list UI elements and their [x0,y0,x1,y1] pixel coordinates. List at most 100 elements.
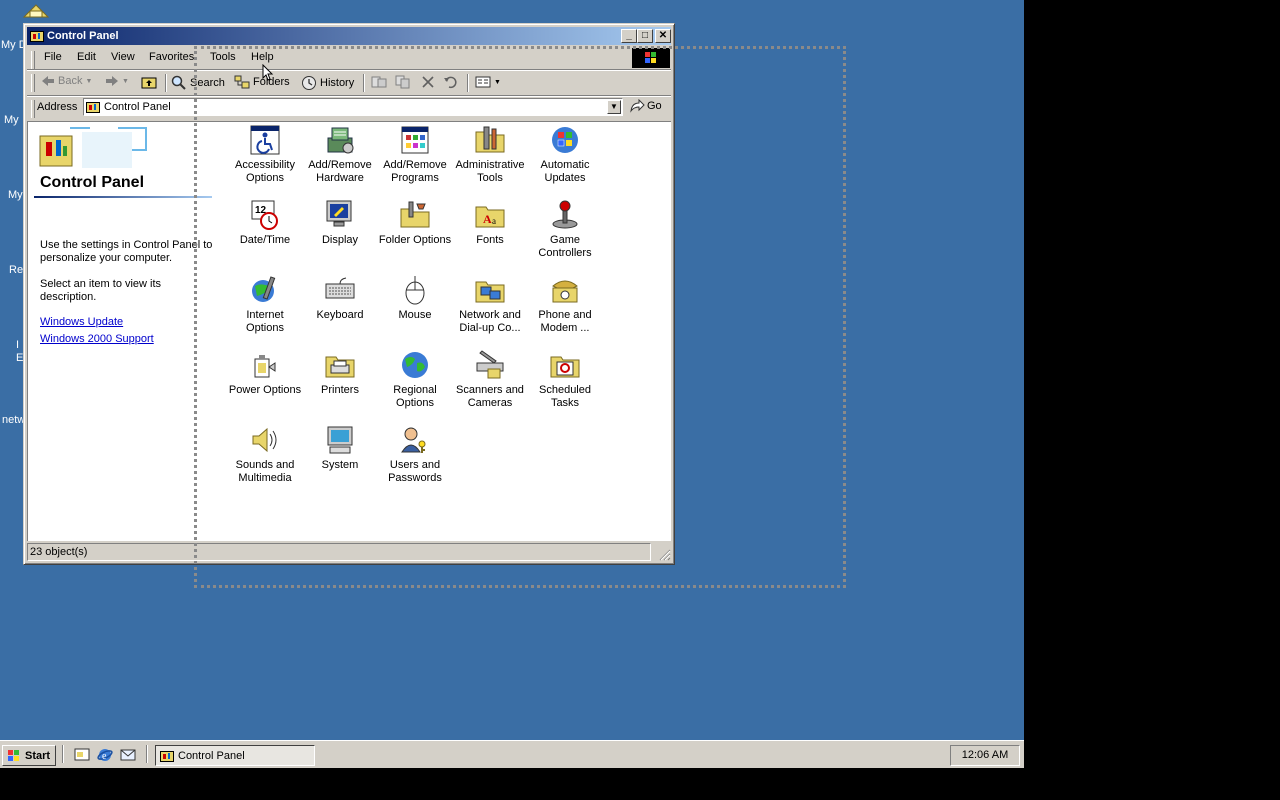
undo-button[interactable] [443,75,459,89]
menu-edit[interactable]: Edit [77,51,96,63]
resize-grip-icon[interactable] [657,547,671,561]
outlook-express-icon[interactable] [120,747,136,763]
desktop-icon-label[interactable]: I [16,339,19,351]
control-panel-item[interactable]: Mouse [377,274,453,322]
desktop-icon-label[interactable]: Re [9,264,23,276]
history-button[interactable]: History [301,75,354,91]
menu-help[interactable]: Help [251,51,274,63]
control-panel-item[interactable]: Sounds and Multimedia [227,424,303,485]
control-panel-item[interactable]: Accessibility Options [227,124,303,185]
control-panel-item-label: System [321,459,359,471]
forward-button[interactable]: ▼ [105,75,129,87]
taskbar-control-panel-button[interactable]: Control Panel [155,745,315,766]
back-dropdown-icon[interactable]: ▼ [85,78,92,85]
toolbar-separator [467,74,469,92]
address-field[interactable]: Control Panel ▼ [83,98,623,116]
control-panel-item[interactable]: Internet Options [227,274,303,335]
desktop-folder-icon[interactable] [22,2,50,18]
control-panel-icon [30,31,44,42]
control-panel-item-label: Add/Remove Hardware [308,159,372,184]
title-bar[interactable]: Control Panel _ □ ✕ [27,27,671,45]
address-label: Address [37,101,78,113]
control-panel-item[interactable]: Scheduled Tasks [527,349,603,410]
control-panel-item[interactable]: Administrative Tools [452,124,528,185]
control-panel-item[interactable]: Network and Dial-up Co... [452,274,528,335]
joystick-icon [552,200,578,229]
control-panel-item[interactable]: Automatic Updates [527,124,603,185]
control-panel-item[interactable]: Scanners and Cameras [452,349,528,410]
display-icon [326,200,352,227]
menu-file[interactable]: File [44,51,62,63]
control-panel-item[interactable]: Power Options [227,349,303,397]
views-dropdown-icon[interactable]: ▼ [494,79,501,86]
control-panel-item-label: Scheduled Tasks [539,384,591,409]
mouse-cursor-icon [262,64,274,81]
windows-2000-support-link[interactable]: Windows 2000 Support [40,333,154,345]
back-label: Back [58,75,83,87]
delete-button[interactable] [421,75,435,89]
desktop-icon-label[interactable]: netw [2,414,25,426]
control-panel-item[interactable]: Game Controllers [527,199,603,260]
menu-tools[interactable]: Tools [210,51,236,63]
control-panel-item[interactable]: Add/Remove Programs [377,124,453,185]
menu-favorites[interactable]: Favorites [149,51,194,63]
control-panel-item[interactable]: Add/Remove Hardware [302,124,378,185]
object-count: 23 object(s) [30,546,88,558]
forward-dropdown-icon[interactable]: ▼ [122,78,129,85]
control-panel-item[interactable]: Display [302,199,378,247]
up-folder-icon [141,77,157,89]
forward-arrow-icon [106,76,118,86]
views-button[interactable]: ▼ [475,75,501,89]
copy-to-button[interactable] [395,75,411,89]
control-panel-item-label: Add/Remove Programs [383,159,447,184]
control-panel-item-label: Regional Options [393,384,437,409]
control-panel-item[interactable]: Phone and Modem ... [527,274,603,335]
menubar-grip[interactable] [31,51,35,69]
programs-icon [401,126,429,154]
start-button[interactable]: Start [2,745,56,766]
standard-toolbar: Back ▼ ▼ Search Folders History ▼ [29,71,669,95]
desktop-icon-label[interactable]: My [8,189,23,201]
windows-update-link[interactable]: Windows Update [40,316,123,328]
admin-tools-icon [475,126,505,153]
control-panel-item-label: Game Controllers [538,234,592,259]
phone-icon [552,280,578,303]
search-icon [171,75,186,90]
control-panel-item-label: Network and Dial-up Co... [459,309,521,334]
accessibility-icon [250,125,280,155]
address-bar: Address Control Panel ▼ Go [29,97,669,119]
minimize-button[interactable]: _ [621,29,637,43]
address-dropdown-button[interactable]: ▼ [607,100,621,114]
clock[interactable]: 12:06 AM [962,749,1008,761]
back-button[interactable]: Back ▼ [41,75,92,87]
go-button[interactable]: Go [629,99,662,113]
control-panel-item[interactable]: Keyboard [302,274,378,322]
up-button[interactable] [141,75,157,89]
control-panel-window[interactable]: Control Panel _ □ ✕ File Edit View Favor… [23,23,675,565]
toolbar-grip[interactable] [31,74,35,92]
control-panel-item[interactable]: Users and Passwords [377,424,453,485]
users-icon [401,427,426,453]
control-panel-item-label: Accessibility Options [235,159,295,184]
control-panel-item[interactable]: Aa Fonts [452,199,528,247]
control-panel-item[interactable]: Printers [302,349,378,397]
maximize-button[interactable]: □ [637,29,653,43]
globe-icon [402,352,428,378]
move-to-button[interactable] [371,75,387,89]
move-to-icon [371,76,387,88]
control-panel-task-icon [160,751,174,762]
control-panel-item-label: Phone and Modem ... [538,309,592,334]
menu-view[interactable]: View [111,51,135,63]
svg-text:e: e [102,751,107,762]
folders-icon [234,75,250,89]
search-button[interactable]: Search [171,75,225,91]
control-panel-item[interactable]: 12 Date/Time [227,199,303,247]
desktop-icon-label[interactable]: My [4,114,19,126]
control-panel-item[interactable]: System [302,424,378,472]
control-panel-item[interactable]: Regional Options [377,349,453,410]
show-desktop-icon[interactable] [74,747,90,763]
close-button[interactable]: ✕ [655,29,671,43]
addressbar-grip[interactable] [31,100,35,118]
internet-explorer-icon[interactable]: e [97,747,113,763]
control-panel-item[interactable]: Folder Options [377,199,453,247]
